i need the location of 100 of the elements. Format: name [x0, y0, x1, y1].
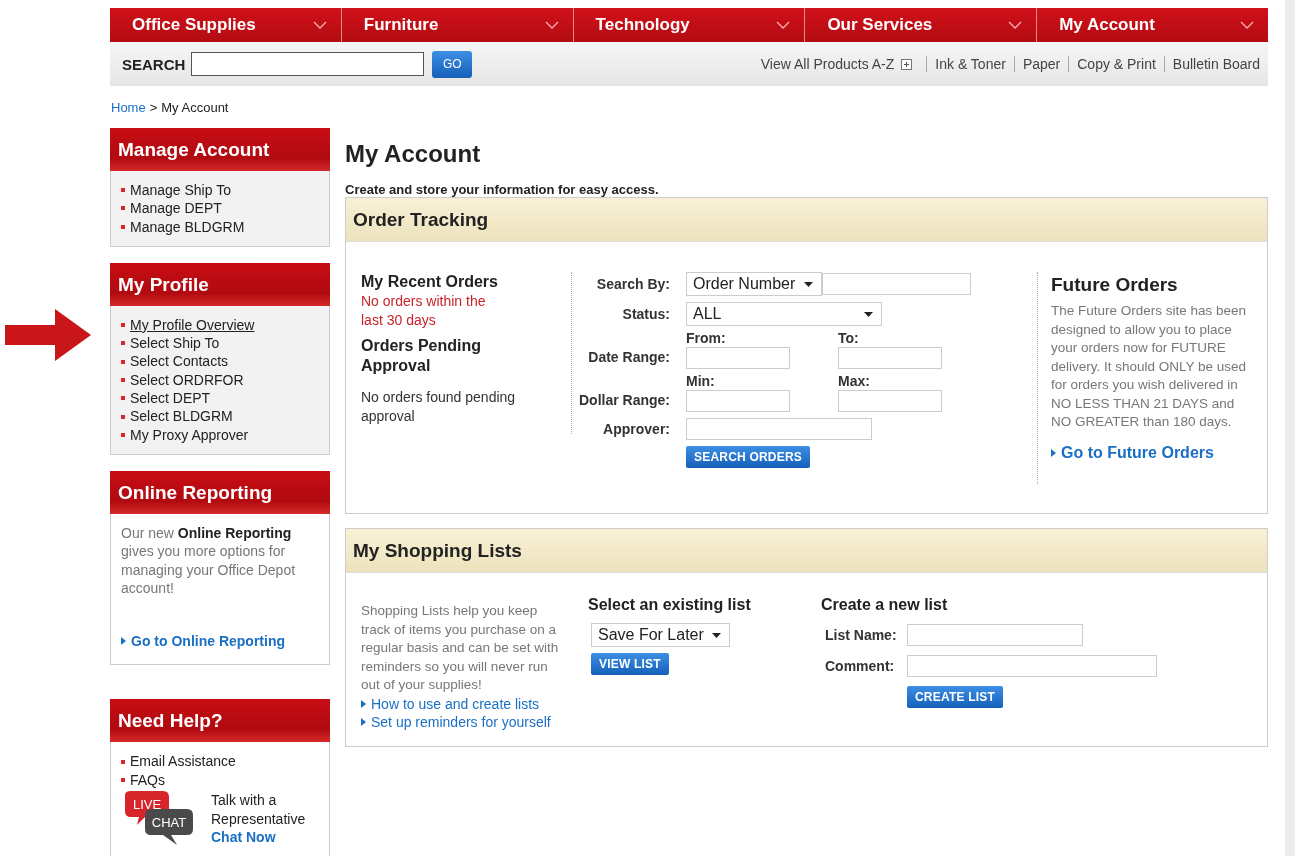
sidebar-link[interactable]: Manage BLDGRM	[121, 217, 321, 236]
chat-text: Talk with a	[211, 791, 278, 810]
breadcrumb-link[interactable]: Home	[111, 100, 146, 128]
order-search-field[interactable]	[822, 273, 971, 295]
caret-icon	[804, 281, 813, 287]
chevron-down-icon	[312, 21, 327, 29]
nav-tab[interactable]: Office Supplies	[110, 8, 342, 42]
online-reporting-link[interactable]: Go to Online Reporting	[121, 631, 321, 651]
bullet-icon	[121, 206, 125, 211]
quick-link[interactable]: Ink & Toner	[926, 56, 1014, 72]
pending-message: No orders found pending approval	[361, 388, 517, 426]
sidebar-link[interactable]: Select ORDRFOR	[121, 370, 321, 390]
field-label: From:	[686, 329, 727, 347]
triangle-right-icon	[361, 718, 366, 727]
bullet-icon	[121, 224, 125, 229]
panel-header: Need Help?	[110, 699, 330, 743]
help-link[interactable]: Set up reminders for yourself	[361, 713, 573, 732]
chat-now-link[interactable]: Chat Now	[211, 828, 306, 847]
bullet-icon	[121, 377, 125, 382]
section-subtitle: Select an existing list	[588, 595, 752, 615]
chevron-down-icon	[776, 21, 791, 29]
triangle-right-icon	[361, 699, 366, 708]
nav-tab[interactable]: My Account	[1037, 8, 1268, 42]
nav-tab[interactable]: Furniture	[341, 8, 574, 42]
search-label: SEARCH	[122, 55, 186, 73]
sidebar-link[interactable]: Select BLDGRM	[121, 407, 321, 426]
quick-link[interactable]: Copy & Print	[1068, 56, 1164, 72]
bullet-icon	[121, 341, 125, 346]
field-label: Comment:	[824, 658, 896, 674]
range-end-field[interactable]	[838, 390, 942, 412]
sidebar-link[interactable]: Select DEPT	[121, 389, 321, 408]
caret-icon	[712, 632, 721, 638]
nav-tab[interactable]: Technology	[573, 8, 806, 42]
help-link[interactable]: How to use and create lists	[361, 694, 573, 713]
live-chat-logo: LIVE CHAT	[121, 791, 199, 850]
search-orders-button[interactable]: SEARCH ORDERS	[686, 446, 810, 468]
shopping-lists-text: Shopping Lists help you keep track of items you purchase on a regular basis and can be set with reminders so you will never run out of your supplies!	[361, 602, 560, 694]
breadcrumb-current: My Account	[161, 100, 229, 117]
bullet-icon	[121, 396, 125, 401]
search-field[interactable]	[191, 52, 425, 76]
section-subtitle: Orders Pending Approval	[361, 336, 483, 376]
field-label: Min:	[686, 372, 716, 390]
bullet-icon	[121, 188, 125, 193]
section-header: My Shopping Lists	[346, 529, 1267, 573]
range-start-field[interactable]	[686, 390, 790, 412]
sidebar-link[interactable]: Manage Ship To	[121, 181, 321, 200]
bullet-icon	[121, 323, 125, 328]
sidebar-link[interactable]: Select Ship To	[121, 334, 321, 353]
chevron-down-icon	[1240, 21, 1254, 29]
caret-icon	[864, 311, 873, 317]
field-label: Max:	[838, 372, 871, 390]
sidebar-link[interactable]: Manage DEPT	[121, 199, 321, 218]
quick-link[interactable]: View All Products A-Z	[752, 56, 927, 72]
sidebar-link[interactable]: My Profile Overview	[121, 315, 321, 335]
range-end-field[interactable]	[838, 347, 942, 369]
chevron-down-icon	[1008, 21, 1023, 29]
view-list-button[interactable]: VIEW LIST	[591, 653, 669, 675]
panel-header: Online Reporting	[110, 470, 330, 514]
list-input-field[interactable]	[907, 655, 1157, 677]
section-subtitle: My Recent Orders	[361, 272, 499, 292]
field-label: Status:	[621, 306, 671, 322]
bullet-icon	[121, 759, 125, 764]
go-button[interactable]: GO	[432, 50, 473, 78]
quick-link[interactable]: Paper	[1013, 56, 1069, 72]
future-orders-text: The Future Orders site has been designed to allow you to place your orders now for FUTURE delivery. It should ONLY be used for orders you wish delivered in NO LESS THAN 21 DAYS and NO GREATER than 180 days.	[1051, 302, 1248, 431]
sidebar-link[interactable]: My Proxy Approver	[121, 425, 321, 444]
range-start-field[interactable]	[686, 347, 790, 369]
field-label: Approver:	[602, 421, 671, 437]
sidebar-link[interactable]: Select Contacts	[121, 352, 321, 371]
approver-field[interactable]	[686, 418, 872, 440]
page-title: My Account	[345, 139, 482, 169]
quick-link[interactable]: Bulletin Board	[1163, 56, 1260, 72]
chat-text: Representative	[211, 809, 306, 829]
nav-tab[interactable]: Our Services	[805, 8, 1038, 42]
intro-text: Create and store your information for easy access.	[345, 182, 660, 197]
bullet-icon	[121, 777, 125, 782]
triangle-right-icon	[121, 637, 126, 646]
search-by-dropdown[interactable]: Order Number	[686, 272, 822, 296]
future-orders-link[interactable]: Go to Future Orders	[1051, 443, 1251, 462]
sidebar-link[interactable]: Email Assistance	[121, 752, 321, 771]
future-orders-title: Future Orders	[1051, 274, 1179, 296]
field-label: Dollar Range:	[578, 392, 671, 410]
plus-icon	[901, 58, 913, 70]
bullet-icon	[121, 359, 125, 364]
section-header: Order Tracking	[346, 198, 1267, 242]
list-dropdown[interactable]: Save For Later	[591, 623, 730, 647]
sidebar-link[interactable]: FAQs	[121, 770, 321, 790]
create-list-button[interactable]: CREATE LIST	[907, 686, 1003, 708]
status-dropdown[interactable]: ALL	[686, 302, 882, 326]
promo-text: Our new Online Reporting gives you more options for managing your Office Depot account!	[121, 523, 297, 598]
bullet-icon	[121, 432, 125, 437]
triangle-right-icon	[1051, 448, 1056, 457]
field-label: Date Range:	[587, 349, 671, 367]
list-input-field[interactable]	[907, 624, 1083, 646]
chevron-down-icon	[544, 21, 559, 29]
bullet-icon	[121, 414, 125, 419]
breadcrumb-separator: >	[149, 100, 158, 117]
field-label: List Name:	[824, 627, 898, 643]
no-orders-message: No orders within the last 30 days	[361, 292, 487, 330]
section-subtitle: Create a new list	[821, 595, 949, 615]
